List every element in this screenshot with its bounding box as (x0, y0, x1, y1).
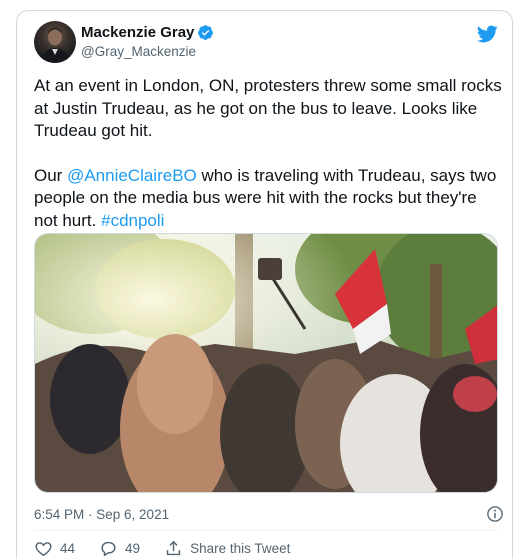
avatar[interactable] (34, 21, 76, 63)
author-name[interactable]: Mackenzie Gray (81, 24, 194, 41)
tweet-timestamp[interactable]: 6:54 PM · Sep 6, 2021 (34, 507, 169, 522)
mention-link[interactable]: @AnnieClaireBO (67, 166, 197, 185)
tweet-card[interactable]: Mackenzie Gray @Gray_Mackenzie At an eve… (16, 10, 513, 559)
reply-bubble-icon (101, 541, 116, 557)
author-handle[interactable]: @Gray_Mackenzie (81, 44, 196, 59)
video-frame (35, 234, 497, 492)
tweet-text-span: Our (34, 165, 68, 185)
tweet-paragraph: At an event in London, ON, protesters th… (34, 76, 502, 140)
reply-count: 49 (125, 541, 141, 556)
reply-button[interactable]: 49 (99, 539, 140, 558)
info-icon[interactable] (486, 505, 504, 523)
hashtag-link[interactable]: #cdnpoli (101, 211, 164, 230)
tweet-paragraph: Our @AnnieClaireBO who is traveling with… (34, 165, 504, 233)
share-button[interactable]: Share this Tweet (164, 539, 290, 558)
like-count: 44 (60, 541, 76, 556)
avatar-photo (40, 27, 70, 63)
like-button[interactable]: 44 (34, 539, 75, 558)
tweet-text: At an event in London, ON, protesters th… (34, 75, 504, 232)
share-label: Share this Tweet (190, 541, 291, 556)
twitter-bird-icon[interactable] (476, 23, 498, 45)
verified-badge-icon (197, 24, 214, 41)
embedded-video[interactable] (34, 233, 498, 493)
divider (34, 530, 498, 531)
share-icon (166, 540, 181, 556)
heart-icon (35, 542, 52, 557)
